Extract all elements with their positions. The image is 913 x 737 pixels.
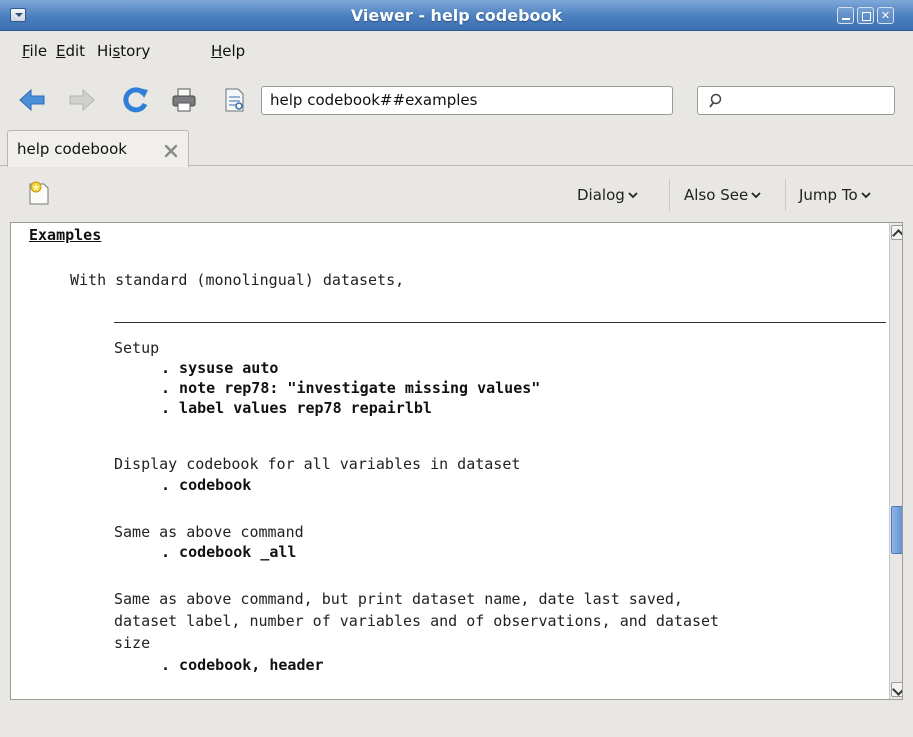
print-icon[interactable]	[170, 86, 198, 114]
vertical-scrollbar[interactable]	[889, 223, 902, 699]
example-command[interactable]: . codebook	[161, 476, 251, 495]
menu-edit-rest: dit	[65, 42, 86, 60]
toolbar-separator	[785, 179, 786, 211]
chevron-down-icon	[628, 192, 638, 199]
example-desc: Same as above command, but print dataset…	[114, 590, 683, 608]
scroll-thumb[interactable]	[891, 506, 902, 554]
intro-text: With standard (monolingual) datasets,	[70, 271, 405, 289]
back-icon[interactable]	[18, 86, 46, 114]
example-desc: Setup	[114, 339, 160, 357]
tab-bar: help codebook	[0, 126, 913, 167]
also-see-button[interactable]: Also See	[684, 186, 761, 204]
reload-icon[interactable]	[122, 86, 150, 114]
menu-file-rest: ile	[29, 42, 48, 60]
search-field[interactable]	[697, 86, 895, 115]
window-title: Viewer - help codebook	[350, 6, 563, 25]
menu-file[interactable]: File	[22, 42, 47, 60]
new-viewer-icon[interactable]	[28, 180, 50, 206]
menu-help-rest: elp	[222, 42, 246, 60]
example-desc: size	[114, 634, 151, 652]
also-see-label: Also See	[684, 186, 749, 204]
example-command[interactable]: . sysuse auto	[161, 359, 278, 378]
close-icon[interactable]: ✕	[877, 7, 894, 24]
menu-file-accel: F	[22, 42, 30, 60]
chevron-down-icon	[751, 192, 761, 199]
tab-label: help codebook	[17, 140, 127, 158]
scroll-down-button[interactable]	[891, 682, 902, 697]
help-content[interactable]: Examples With standard (monolingual) dat…	[10, 222, 903, 700]
maximize-icon[interactable]	[857, 7, 874, 24]
menu-help[interactable]: Help	[211, 42, 245, 60]
example-command[interactable]: . codebook _all	[161, 543, 296, 562]
search-icon	[709, 93, 722, 108]
tab-help-codebook[interactable]: help codebook	[7, 130, 189, 167]
horizontal-rule	[114, 322, 886, 323]
menu-history-pre: Hi	[97, 42, 113, 60]
title-bar[interactable]: Viewer - help codebook ✕	[0, 0, 913, 31]
example-desc: Same as above command	[114, 523, 304, 541]
minimize-icon[interactable]	[837, 7, 854, 24]
jump-to-button[interactable]: Jump To	[799, 186, 871, 204]
example-command[interactable]: . label values rep78 repairlbl	[161, 399, 432, 418]
menu-help-accel: H	[211, 42, 223, 60]
viewer-toolbar: Dialog Also See Jump To	[10, 171, 903, 223]
dialog-button[interactable]: Dialog	[577, 186, 638, 204]
address-field[interactable]: help codebook##examples	[261, 86, 673, 115]
chevron-down-icon	[860, 192, 871, 199]
menu-history-rest: tory	[120, 42, 151, 60]
example-desc: Display codebook for all variables in da…	[114, 455, 521, 473]
forward-icon[interactable]	[68, 86, 96, 114]
example-command[interactable]: . codebook, header	[161, 656, 324, 675]
example-command[interactable]: . note rep78: "investigate missing value…	[161, 379, 540, 398]
jump-to-label: Jump To	[799, 186, 858, 204]
menu-edit[interactable]: Edit	[56, 42, 85, 60]
section-heading[interactable]: Examples	[29, 226, 101, 245]
toolbar-separator	[669, 179, 670, 211]
menu-history[interactable]: History	[97, 42, 150, 60]
scroll-up-button[interactable]	[891, 225, 902, 240]
document-icon[interactable]	[220, 86, 248, 114]
dialog-label: Dialog	[577, 186, 625, 204]
status-bar	[10, 708, 903, 732]
example-desc: dataset label, number of variables and o…	[114, 612, 720, 630]
tab-close-icon[interactable]	[164, 144, 178, 158]
